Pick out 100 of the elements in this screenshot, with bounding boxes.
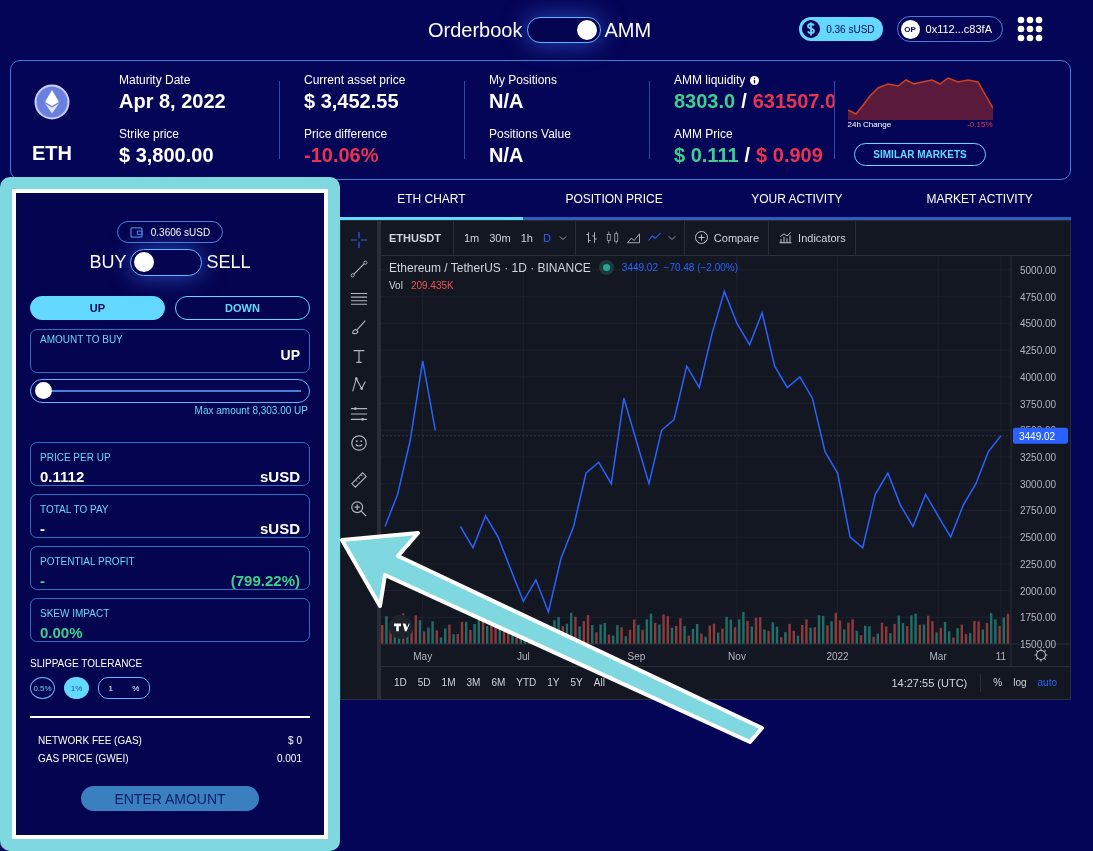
stat-label: Current asset price xyxy=(304,73,406,87)
bars-icon[interactable] xyxy=(583,230,599,246)
slider-thumb[interactable] xyxy=(35,382,52,399)
stat-value: $ 0.909 xyxy=(756,144,823,167)
mode-label: AMM xyxy=(604,18,652,42)
scale-button[interactable]: log xyxy=(1008,677,1032,689)
stat-value: / xyxy=(744,144,751,167)
range-button[interactable]: 1Y xyxy=(542,677,565,689)
settings-icon[interactable] xyxy=(1033,647,1049,663)
stat-value: $ 3,452.55 xyxy=(304,90,399,113)
stat-label: Maturity Date xyxy=(119,73,191,87)
stat-value: 631507.0 xyxy=(752,90,837,113)
wallet-icon xyxy=(129,226,143,238)
stat-label: AMM liquidity xyxy=(674,73,746,87)
symbol-label[interactable]: ETHUSDT xyxy=(381,221,454,255)
field-value: sUSD xyxy=(260,468,300,485)
stat-value: N/A xyxy=(489,144,524,167)
tab[interactable]: POSITION PRICE xyxy=(522,180,706,220)
range-button[interactable]: 3M xyxy=(461,677,486,689)
compare-button[interactable]: Compare xyxy=(684,221,770,255)
stat-label: AMM Price xyxy=(674,127,733,141)
mode-toggle[interactable] xyxy=(526,17,601,43)
smiley-icon[interactable] xyxy=(350,434,368,452)
stat-value: N/A xyxy=(489,90,524,113)
stat-value: / xyxy=(741,90,747,113)
trend-line-icon[interactable] xyxy=(350,260,368,278)
tab[interactable]: MARKET ACTIVITY xyxy=(888,180,1071,220)
tab[interactable]: YOUR ACTIVITY xyxy=(705,180,889,220)
pattern-icon[interactable] xyxy=(350,376,368,394)
stat-value: Apr 8, 2022 xyxy=(119,90,226,113)
scale-button[interactable]: auto xyxy=(1032,677,1062,689)
range-button[interactable]: YTD xyxy=(511,677,542,689)
range-button[interactable]: 1M xyxy=(436,677,461,689)
range-button[interactable]: 6M xyxy=(486,677,511,689)
chart-time: 14:27:55 (UTC) xyxy=(891,677,968,689)
indicators-button[interactable]: Indicators xyxy=(769,221,856,255)
indicators-icon xyxy=(778,230,794,246)
field-label: PRICE PER UP xyxy=(40,452,111,463)
candles-icon[interactable] xyxy=(604,230,620,246)
field-value: 0.00% xyxy=(40,624,83,641)
slippage-input[interactable]: 1 % xyxy=(98,677,150,699)
interval-button[interactable]: D xyxy=(540,232,553,244)
fib-icon[interactable] xyxy=(350,405,368,423)
max-amount-text: Max amount 8,303.00 UP xyxy=(194,405,308,416)
stat-value: 8303.0 xyxy=(674,90,736,113)
x-tick-label: 11 xyxy=(995,650,1007,662)
field-value: 0.1112 xyxy=(40,468,85,485)
change-value: -0.15% xyxy=(967,120,993,129)
stat-label: Strike price xyxy=(119,127,180,141)
range-button[interactable]: 1D xyxy=(389,677,412,689)
field-value: - xyxy=(40,520,45,537)
info-icon[interactable] xyxy=(750,75,760,85)
field-label: POTENTIAL PROFIT xyxy=(40,556,135,567)
y-tick-label: 3250.00 xyxy=(1020,451,1057,463)
range-button[interactable]: All xyxy=(588,677,610,689)
field-value: - xyxy=(40,572,45,589)
amount-field[interactable]: AMOUNT TO BUY UP xyxy=(30,329,310,373)
ethereum-icon xyxy=(34,83,70,120)
y-tick-label: 1500.00 xyxy=(1020,638,1057,650)
side-button[interactable]: UP xyxy=(30,296,165,320)
x-tick-label: Sep xyxy=(627,650,646,662)
fee-label: NETWORK FEE (GAS) xyxy=(38,735,142,746)
menu-icon[interactable] xyxy=(1017,16,1043,42)
stat-label: Positions Value xyxy=(489,127,571,141)
scale-button[interactable]: % xyxy=(988,677,1008,689)
y-tick-label: 3000.00 xyxy=(1020,478,1057,490)
y-tick-label: 2000.00 xyxy=(1020,585,1057,597)
balance-badge[interactable]: 0.36 sUSD xyxy=(799,17,883,41)
fee-label: GAS PRICE (GWEI) xyxy=(38,753,129,764)
x-tick-label: Jul xyxy=(516,650,530,662)
field-label: TOTAL TO PAY xyxy=(40,504,109,515)
zoom-icon[interactable] xyxy=(350,500,368,518)
plus-icon xyxy=(693,230,709,246)
y-tick-label: 3750.00 xyxy=(1020,398,1057,410)
x-tick-label: May xyxy=(413,650,433,662)
buy-sell-toggle[interactable] xyxy=(130,249,203,276)
interval-button[interactable]: 1h xyxy=(518,232,535,244)
y-tick-label: 2750.00 xyxy=(1020,505,1057,517)
stat-value: -10.06% xyxy=(304,144,379,167)
x-tick-label: Nov xyxy=(728,650,746,662)
interval-button[interactable]: 1m xyxy=(461,232,482,244)
ruler-icon[interactable] xyxy=(350,471,368,489)
interval-button[interactable]: 30m xyxy=(487,232,513,244)
caret-icon[interactable] xyxy=(558,235,567,241)
y-tick-label: 4000.00 xyxy=(1020,371,1057,383)
volume-label: Vol xyxy=(389,280,403,292)
buy-label: BUY xyxy=(89,252,127,273)
stat-value: $ 3,800.00 xyxy=(119,144,214,167)
y-tick-label: 4500.00 xyxy=(1020,318,1057,330)
range-button[interactable]: 5D xyxy=(412,677,436,689)
brush-icon[interactable] xyxy=(350,318,368,336)
asset-name: ETH xyxy=(32,141,72,165)
caret-icon[interactable] xyxy=(667,235,676,241)
stat-value: $ 0.111 xyxy=(674,144,739,167)
field-value: sUSD xyxy=(260,520,300,537)
slippage-option[interactable]: 1% xyxy=(64,677,89,699)
sell-label: SELL xyxy=(206,252,251,273)
chart-title: Ethereum / TetherUS · 1D · BINANCE xyxy=(389,260,591,275)
range-button[interactable]: 5Y xyxy=(565,677,588,689)
area-icon[interactable] xyxy=(625,230,641,246)
